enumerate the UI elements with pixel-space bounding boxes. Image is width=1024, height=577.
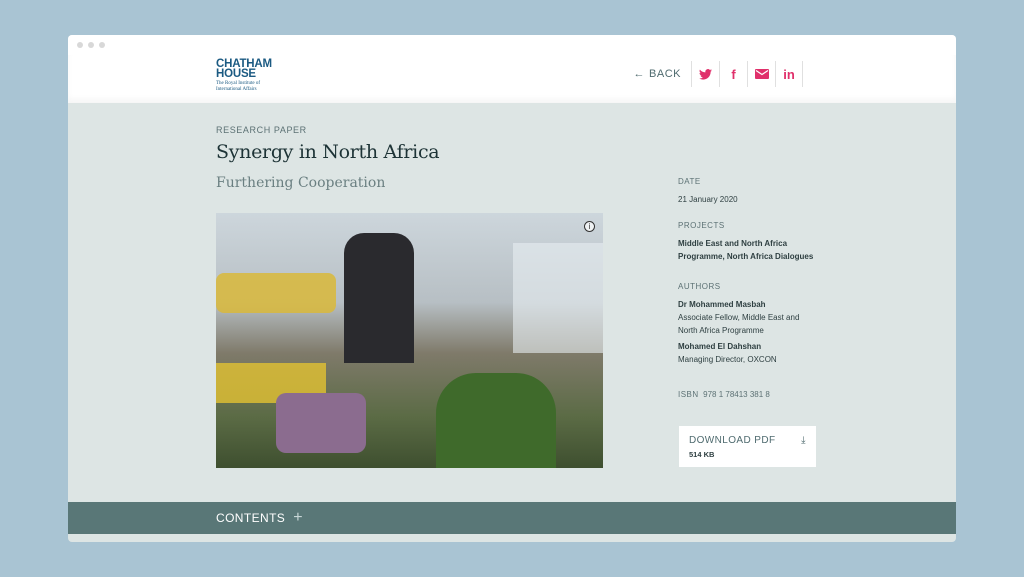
projects-label: PROJECTS (678, 221, 725, 230)
plus-icon: + (293, 509, 303, 526)
date-value: 21 January 2020 (678, 195, 738, 204)
author-role: Managing Director, OXCON (678, 355, 777, 364)
window-dot (99, 42, 105, 48)
projects-link[interactable]: Middle East and North Africa Programme, … (678, 237, 818, 263)
download-icon: ⤓ (801, 435, 806, 446)
isbn: ISBN 978 1 78413 381 8 (678, 388, 818, 401)
email-share-button[interactable] (747, 61, 775, 87)
contents-label: CONTENTS (216, 511, 286, 525)
hero-image-market: i (216, 213, 603, 468)
logo-line: HOUSE (216, 68, 256, 80)
email-icon (754, 69, 769, 79)
article-metadata: DATE 21 January 2020 PROJECTS Middle Eas… (678, 175, 818, 401)
twitter-icon (699, 68, 712, 80)
page-title: Synergy in North Africa (216, 141, 440, 163)
logo-tagline: International Affairs (216, 87, 257, 92)
page-subtitle: Furthering Cooperation (216, 175, 386, 191)
twitter-share-button[interactable] (691, 61, 719, 87)
linkedin-icon: in (783, 66, 795, 82)
back-button[interactable]: ← BACK (634, 61, 691, 87)
info-icon[interactable]: i (584, 221, 595, 232)
window-chrome (68, 35, 956, 55)
file-size: 514 KB (689, 450, 715, 459)
date-label: DATE (678, 177, 701, 186)
linkedin-share-button[interactable]: in (775, 61, 803, 87)
header-nav: ← BACK f in (634, 61, 803, 87)
chatham-house-logo[interactable]: CHATHAM HOUSE The Royal Institute of Int… (216, 58, 272, 93)
window-dot (77, 42, 83, 48)
isbn-value: 978 1 78413 381 8 (703, 390, 770, 399)
contents-toggle[interactable]: CONTENTS + (68, 502, 956, 534)
window-dot (88, 42, 94, 48)
download-pdf-button[interactable]: DOWNLOAD PDF ⤓ 514 KB (679, 426, 816, 467)
author-role: Associate Fellow, Middle East and North … (678, 313, 800, 335)
article-kicker: RESEARCH PAPER (216, 125, 307, 135)
isbn-label: ISBN (678, 390, 699, 399)
facebook-icon: f (731, 66, 736, 82)
back-label: BACK (649, 68, 681, 80)
article-header: RESEARCH PAPER Synergy in North Africa F… (216, 125, 440, 191)
author-name[interactable]: Mohamed El Dahshan (678, 340, 818, 353)
authors-label: AUTHORS (678, 282, 721, 291)
author-name[interactable]: Dr Mohammed Masbah (678, 298, 818, 311)
download-label: DOWNLOAD PDF (689, 435, 776, 446)
browser-window: CHATHAM HOUSE The Royal Institute of Int… (68, 35, 956, 542)
arrow-left-icon: ← (633, 68, 646, 80)
facebook-share-button[interactable]: f (719, 61, 747, 87)
site-header: CHATHAM HOUSE The Royal Institute of Int… (68, 55, 956, 103)
